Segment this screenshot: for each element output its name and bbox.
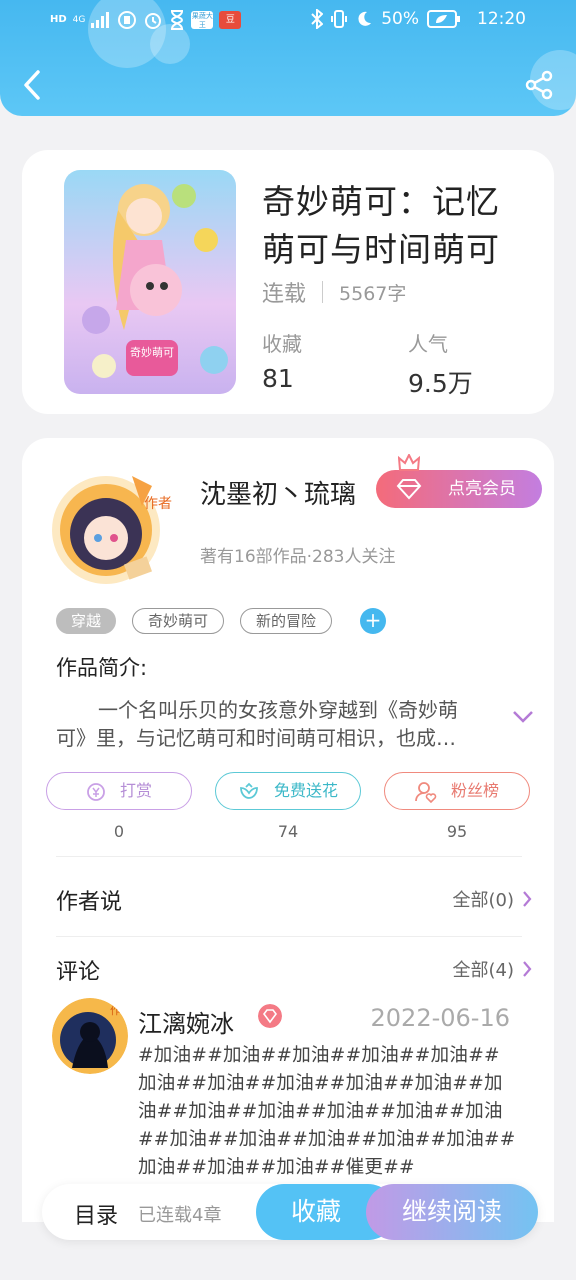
crown-icon: [398, 454, 420, 471]
app-icon: [118, 11, 137, 29]
share-icon[interactable]: [524, 70, 554, 100]
word-count: 5567字: [339, 282, 407, 305]
intro-text: 一个名叫乐贝的女孩意外穿越到《奇妙萌可》里，与记忆萌可和时间萌可相识，也成…: [56, 698, 458, 750]
network-icon: 4G: [72, 15, 86, 25]
author-meta: 著有16部作品·283人关注: [200, 547, 396, 567]
popularity-label: 人气: [408, 332, 448, 356]
app-badge-icon: 果蔬大王: [191, 11, 214, 29]
fans-label: 粉丝榜: [450, 781, 499, 800]
flower-label: 免费送花: [273, 781, 338, 800]
battery-percent: 50%: [381, 9, 419, 29]
alarm-icon: [145, 13, 162, 29]
book-cover[interactable]: 奇妙萌可: [64, 170, 236, 394]
comments-heading: 评论: [56, 960, 101, 985]
book-status-row: 连载 5567字: [262, 276, 406, 308]
author-name[interactable]: 沈墨初丶琉璃: [200, 474, 356, 511]
book-info-card: 奇妙萌可 奇妙萌可：记忆萌可与时间萌可 连载 5567字 收藏 81 人气 9.…: [22, 150, 554, 414]
reward-label: 打赏: [119, 781, 152, 800]
fans-rank-button[interactable]: 粉丝榜: [384, 772, 530, 810]
vip-badge-icon: [258, 1004, 282, 1028]
divider: [56, 856, 522, 857]
avatar-tag: 作者: [144, 496, 172, 512]
continue-reading-button[interactable]: 继续阅读: [366, 1184, 538, 1240]
favorites-label: 收藏: [262, 332, 302, 356]
bluetooth-icon: [311, 9, 324, 29]
tag-item[interactable]: 穿越: [56, 608, 116, 634]
signal-icon: [91, 12, 110, 28]
moon-icon: [358, 11, 372, 26]
battery-icon: [427, 10, 460, 28]
clock: 12:20: [477, 9, 526, 29]
author-says-more[interactable]: 全部(0): [453, 886, 533, 912]
reward-count: 0: [113, 822, 125, 841]
author-says-heading: 作者说: [56, 890, 123, 915]
divider: [322, 281, 324, 303]
tag-item[interactable]: 奇妙萌可: [132, 608, 224, 634]
app-badge-icon: 豆: [219, 11, 242, 29]
hourglass-icon: [171, 10, 184, 30]
author-says-more-label: 全部(0): [452, 890, 515, 911]
add-tag-button[interactable]: +: [360, 608, 386, 634]
book-title: 奇妙萌可：记忆萌可与时间萌可: [262, 182, 500, 269]
chapter-count: 已连载4章: [138, 1205, 222, 1226]
commenter-avatar[interactable]: 作者: [52, 998, 128, 1074]
serial-status: 连载: [262, 282, 307, 307]
status-bar: HD 4G 果蔬大王 豆 50% 12:20: [0, 0, 576, 42]
cover-illustration: 奇妙萌可: [64, 170, 236, 394]
commenter-name[interactable]: 江漓婉冰: [138, 1004, 234, 1039]
fans-count: 95: [446, 822, 468, 841]
header-bar: HD 4G 果蔬大王 豆 50% 12:20: [0, 0, 576, 116]
intro-heading: 作品简介:: [56, 656, 148, 680]
comments-more[interactable]: 全部(4): [453, 956, 533, 982]
cover-logo: 奇妙萌可: [130, 345, 174, 359]
directory-button[interactable]: 目录: [74, 1198, 118, 1230]
book-detail-card: 作者 沈墨初丶琉璃 点亮会员 著有16部作品·283人关注 穿越 奇妙萌可 新的…: [22, 438, 554, 1280]
chevron-right-icon: [523, 961, 532, 977]
popularity-value: 9.5万: [408, 369, 473, 398]
favorites-value: 81: [262, 364, 294, 393]
comment-date: 2022-06-16: [370, 1004, 510, 1032]
chevron-down-icon[interactable]: [512, 710, 534, 724]
comment-text: #加油##加油##加油##加油##加油##加油##加油##加油##加油##加油#…: [138, 1045, 516, 1178]
vibrate-icon: [331, 10, 348, 28]
diamond-icon: [396, 479, 422, 500]
chevron-right-icon: [523, 891, 532, 907]
flower-icon: [240, 782, 258, 799]
tag-item[interactable]: 新的冒险: [240, 608, 332, 634]
author-avatar[interactable]: 作者: [36, 474, 188, 586]
divider: [56, 936, 522, 937]
bottom-action-bar: 目录 已连载4章 收藏 继续阅读: [42, 1184, 538, 1240]
flower-count: 74: [277, 822, 299, 841]
fan-icon: [415, 781, 437, 803]
coin-icon: [87, 782, 105, 801]
flower-button[interactable]: 免费送花: [215, 772, 361, 810]
reward-button[interactable]: 打赏: [46, 772, 192, 810]
commenter-avatar-tag: 作者: [110, 1004, 128, 1017]
hd-icon: HD: [50, 14, 67, 25]
comments-more-label: 全部(4): [452, 960, 515, 981]
back-icon[interactable]: [20, 68, 44, 102]
